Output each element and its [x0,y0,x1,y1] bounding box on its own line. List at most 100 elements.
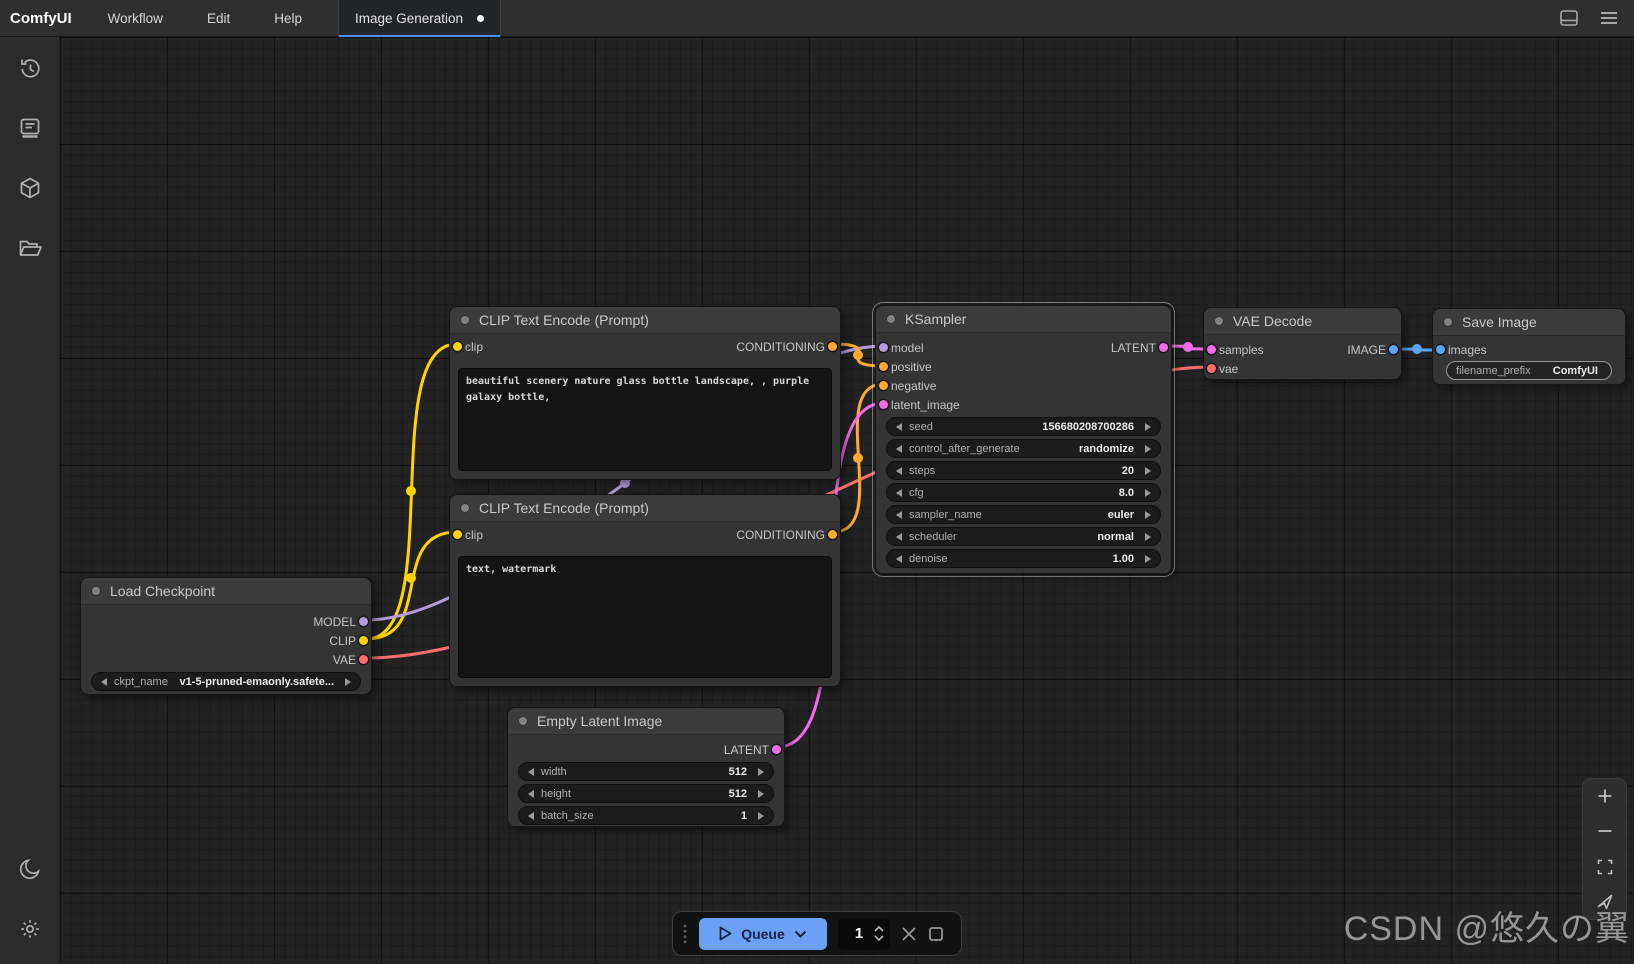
node-titlebar[interactable]: Empty Latent Image [508,708,784,735]
node-titlebar[interactable]: Save Image [1433,309,1625,336]
port-samples-input[interactable] [1207,345,1216,354]
stop-icon[interactable] [928,926,944,942]
widget-denoise[interactable]: denoise 1.00 [886,549,1161,568]
port-positive-input[interactable] [879,362,888,371]
tab-image-generation[interactable]: Image Generation [337,0,502,37]
prev-arrow-icon[interactable] [896,466,902,475]
prev-arrow-icon[interactable] [528,767,534,776]
menu-icon[interactable] [1600,10,1618,26]
spinner-up-icon[interactable] [874,926,884,932]
port-vae-input[interactable] [1207,364,1216,373]
next-arrow-icon[interactable] [1145,444,1151,453]
collapse-dot-icon[interactable] [886,314,896,324]
next-arrow-icon[interactable] [1145,466,1151,475]
node-ksampler[interactable]: KSampler model LATENT positive negative … [872,302,1175,577]
widget-control-after-generate[interactable]: control_after_generate randomize [886,439,1161,458]
fit-view-icon[interactable] [1597,859,1613,875]
node-clip-text-encode-negative[interactable]: CLIP Text Encode (Prompt) clip CONDITION… [449,494,841,687]
drag-handle-icon[interactable] [682,923,688,945]
node-graph-canvas[interactable] [60,37,1634,964]
next-arrow-icon[interactable] [1145,554,1151,563]
port-latent-image-input[interactable] [879,400,888,409]
input-label: positive [891,359,932,374]
prev-arrow-icon[interactable] [528,811,534,820]
next-arrow-icon[interactable] [1145,510,1151,519]
port-images-input[interactable] [1436,345,1445,354]
collapse-dot-icon[interactable] [518,716,528,726]
next-arrow-icon[interactable] [758,767,764,776]
port-clip-input[interactable] [453,530,462,539]
port-model-output[interactable] [359,617,368,626]
queue-log-icon[interactable] [17,115,43,141]
collapse-dot-icon[interactable] [1443,317,1453,327]
panel-bottom-icon[interactable] [1560,10,1578,26]
widget-height[interactable]: height 512 [518,784,774,803]
clear-queue-icon[interactable] [901,926,917,942]
prev-arrow-icon[interactable] [896,554,902,563]
menu-help[interactable]: Help [252,11,324,26]
chevron-down-icon[interactable] [794,930,807,938]
collapse-dot-icon[interactable] [1214,316,1224,326]
port-latent-output[interactable] [1159,343,1168,352]
port-image-output[interactable] [1389,345,1398,354]
prompt-textarea[interactable]: beautiful scenery nature glass bottle la… [458,368,832,471]
collapse-dot-icon[interactable] [460,503,470,513]
node-titlebar[interactable]: KSampler [876,306,1171,333]
next-arrow-icon[interactable] [1145,422,1151,431]
next-arrow-icon[interactable] [345,677,351,686]
port-vae-output[interactable] [359,655,368,664]
output-label: CLIP [329,633,356,648]
port-clip-input[interactable] [453,342,462,351]
prev-arrow-icon[interactable] [896,422,902,431]
port-conditioning-output[interactable] [828,530,837,539]
queue-button[interactable]: Queue [699,917,827,950]
node-load-checkpoint[interactable]: Load Checkpoint MODEL CLIP VAE ckpt_name… [80,577,372,695]
prompt-textarea[interactable]: text, watermark [458,556,832,678]
collapse-dot-icon[interactable] [460,315,470,325]
menu-workflow[interactable]: Workflow [86,11,185,26]
widget-cfg[interactable]: cfg 8.0 [886,483,1161,502]
prev-arrow-icon[interactable] [528,789,534,798]
collapse-dot-icon[interactable] [91,586,101,596]
node-vae-decode[interactable]: VAE Decode samples IMAGE vae [1203,307,1402,380]
node-clip-text-encode-positive[interactable]: CLIP Text Encode (Prompt) clip CONDITION… [449,306,841,480]
port-model-input[interactable] [879,343,888,352]
prev-arrow-icon[interactable] [896,488,902,497]
node-library-icon[interactable] [17,175,43,201]
node-save-image[interactable]: Save Image images filename_prefix ComfyU… [1432,308,1626,385]
widget-seed[interactable]: seed 156680208700286 [886,417,1161,436]
widget-sampler-name[interactable]: sampler_name euler [886,505,1161,524]
port-latent-output[interactable] [772,745,781,754]
widget-filename-prefix[interactable]: filename_prefix ComfyUI [1446,361,1612,380]
zoom-in-icon[interactable] [1597,788,1613,804]
widget-ckpt-name[interactable]: ckpt_name v1-5-pruned-emaonly.safete... [91,672,361,691]
next-arrow-icon[interactable] [758,789,764,798]
node-titlebar[interactable]: CLIP Text Encode (Prompt) [450,307,840,334]
workflows-folder-icon[interactable] [17,235,43,261]
zoom-out-icon[interactable] [1597,823,1613,839]
widget-scheduler[interactable]: scheduler normal [886,527,1161,546]
node-titlebar[interactable]: VAE Decode [1204,308,1401,335]
settings-gear-icon[interactable] [17,916,43,942]
theme-moon-icon[interactable] [17,856,43,882]
widget-width[interactable]: width 512 [518,762,774,781]
next-arrow-icon[interactable] [758,811,764,820]
batch-count-input[interactable]: 1 [838,917,890,950]
prev-arrow-icon[interactable] [896,444,902,453]
menu-edit[interactable]: Edit [185,11,252,26]
port-clip-output[interactable] [359,636,368,645]
prev-arrow-icon[interactable] [896,510,902,519]
next-arrow-icon[interactable] [1145,532,1151,541]
widget-steps[interactable]: steps 20 [886,461,1161,480]
port-negative-input[interactable] [879,381,888,390]
history-icon[interactable] [17,55,43,81]
port-conditioning-output[interactable] [828,342,837,351]
next-arrow-icon[interactable] [1145,488,1151,497]
prev-arrow-icon[interactable] [896,532,902,541]
node-titlebar[interactable]: Load Checkpoint [81,578,371,605]
prev-arrow-icon[interactable] [101,677,107,686]
node-empty-latent-image[interactable]: Empty Latent Image LATENT width 512 heig… [507,707,785,827]
widget-batch-size[interactable]: batch_size 1 [518,806,774,825]
node-titlebar[interactable]: CLIP Text Encode (Prompt) [450,495,840,522]
spinner-down-icon[interactable] [874,935,884,941]
